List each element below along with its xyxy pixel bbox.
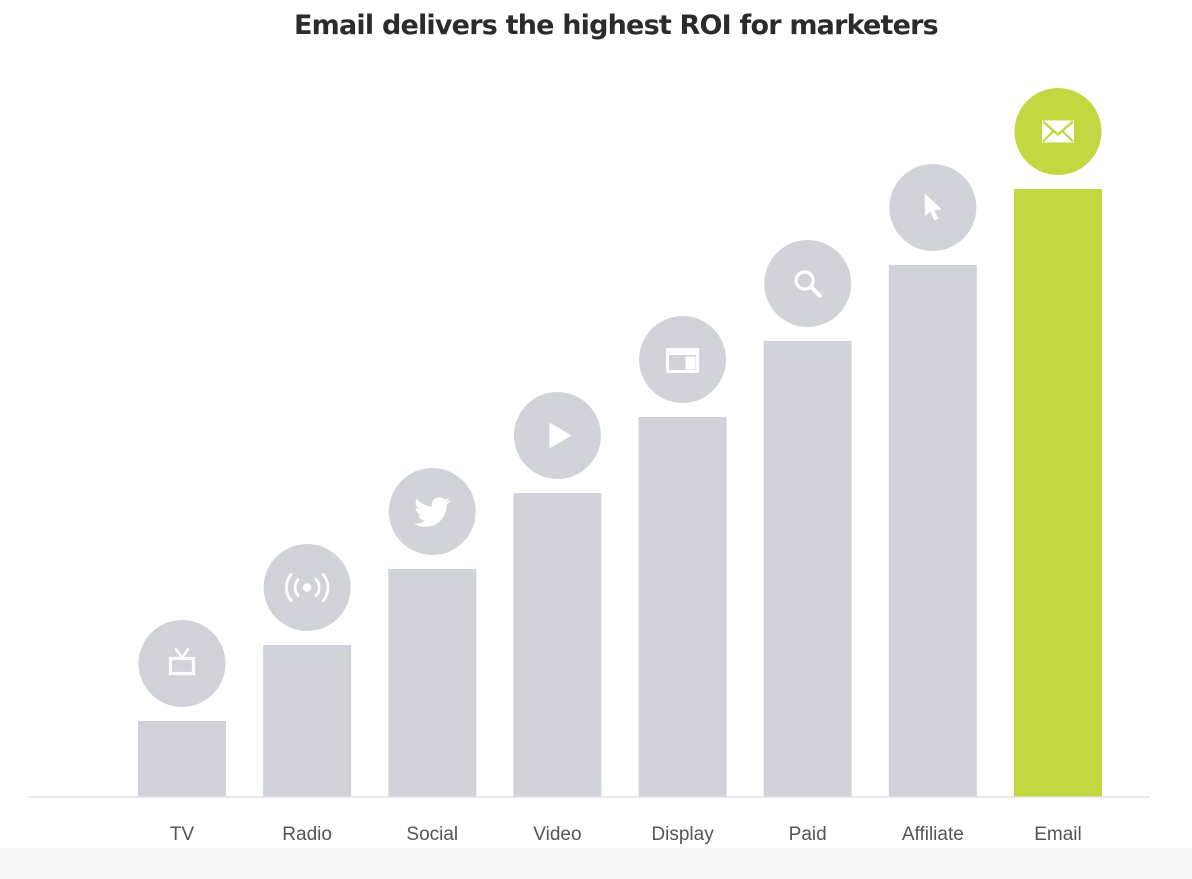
tick-label-email: Email [1034, 824, 1082, 845]
envelope-icon [1014, 88, 1102, 175]
tick-label-radio: Radio [282, 824, 332, 845]
cursor-arrow-icon [889, 164, 977, 251]
bar-display [638, 417, 727, 797]
bar-radio [263, 645, 352, 797]
tick-label-tv: TV [170, 824, 195, 845]
bar-tv [138, 721, 226, 797]
bar-email [1013, 189, 1102, 797]
bar-paid-search [763, 341, 852, 797]
tick-label-affiliate: Affiliate [902, 824, 964, 845]
tick-label-video: Video [533, 824, 581, 845]
tick-label-social: Social [406, 824, 458, 845]
magnifier-icon [764, 240, 852, 327]
tick-label-display: Display [651, 824, 714, 845]
tv-icon [138, 620, 226, 707]
radio-broadcast-icon [263, 544, 351, 631]
bar-social [388, 569, 477, 797]
bottom-band [0, 848, 1192, 879]
twitter-bird-icon [388, 468, 476, 555]
bar-affiliate [888, 265, 977, 797]
bar-video [513, 493, 602, 797]
bar-chart: TVRadioSocialVideoDisplayPaidsearchAffil… [28, 88, 1150, 869]
browser-window-icon [639, 316, 727, 403]
play-icon [513, 392, 601, 479]
bars-layer [138, 189, 1102, 797]
